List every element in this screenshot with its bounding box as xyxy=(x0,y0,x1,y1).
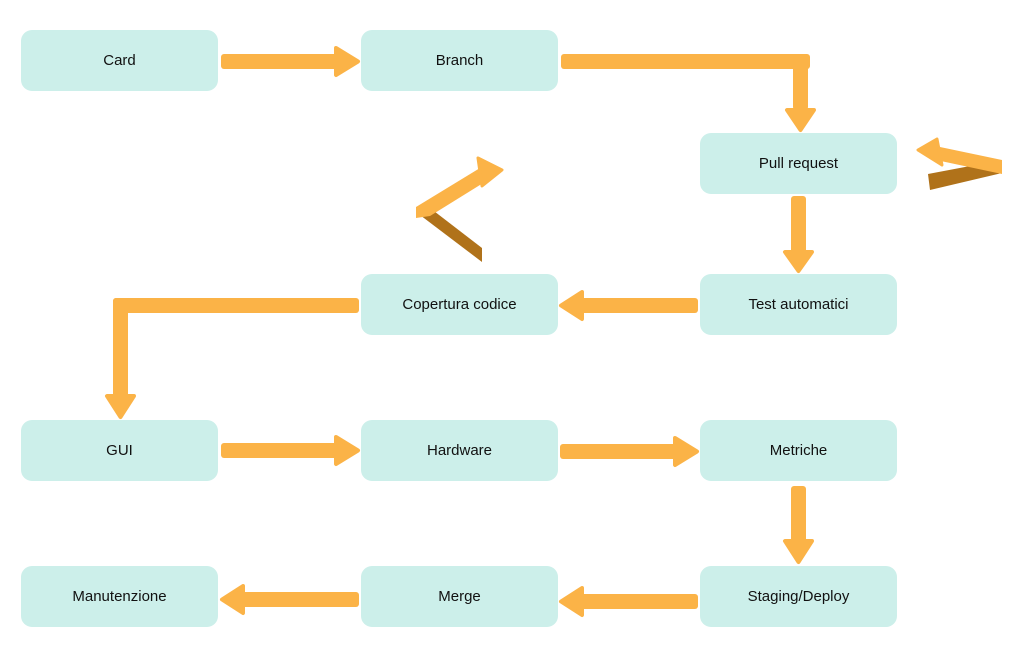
arrow-pull-request-to-test-automatici xyxy=(783,196,814,273)
arrow-test-automatici-to-copertura-codice xyxy=(559,290,698,321)
arrow-card-to-branch xyxy=(221,46,360,77)
arrow-merge-to-manutenzione xyxy=(220,584,359,615)
loop-arrow-copertura-codice xyxy=(416,156,504,262)
loop-arrow-pull-request xyxy=(916,137,1002,190)
arrow-hardware-to-metriche xyxy=(560,436,699,467)
arrows-layer xyxy=(105,46,1002,617)
arrow-staging-deploy-to-merge xyxy=(559,586,698,617)
arrow-gui-to-hardware xyxy=(221,435,360,466)
arrow-copertura-codice-to-gui xyxy=(105,298,359,419)
arrow-branch-to-pull-request xyxy=(561,54,816,132)
arrow-metriche-to-staging-deploy xyxy=(783,486,814,564)
